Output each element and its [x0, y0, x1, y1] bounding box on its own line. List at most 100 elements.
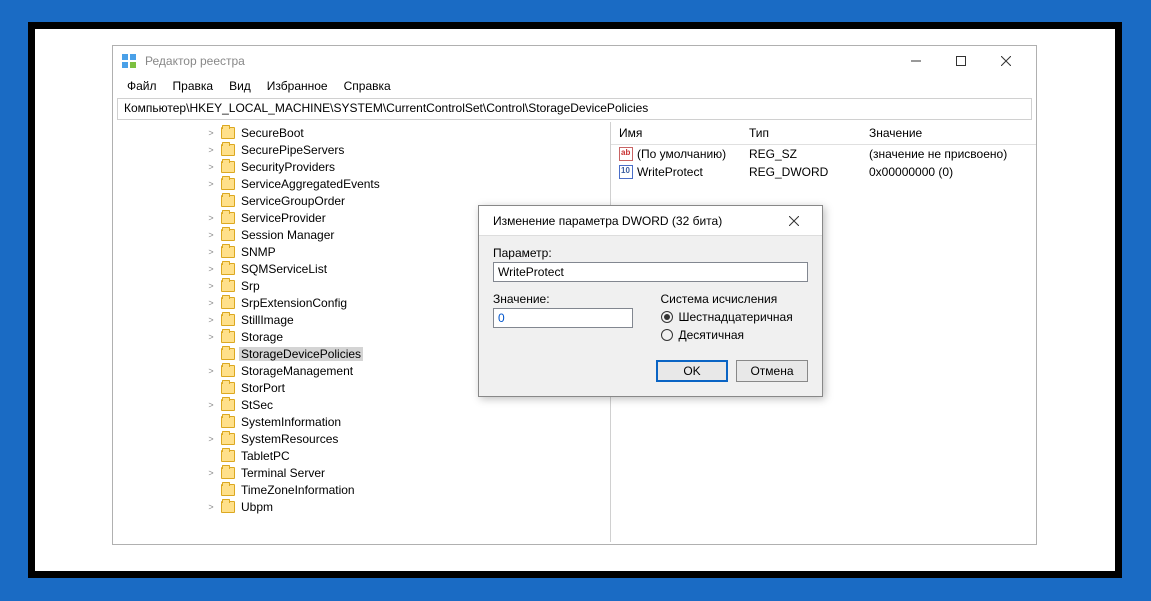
chevron-icon: > [205, 213, 217, 223]
tree-label: SecurityProviders [239, 160, 337, 174]
menu-help[interactable]: Справка [338, 77, 397, 95]
radio-icon [661, 311, 673, 323]
param-input[interactable] [493, 262, 808, 282]
tree-item[interactable]: >SecurePipeServers [113, 141, 610, 158]
tree-label: Session Manager [239, 228, 336, 242]
tree-label: Ubpm [239, 500, 275, 514]
tree-item[interactable]: >SystemResources [113, 430, 610, 447]
chevron-icon: > [205, 502, 217, 512]
tree-label: SrpExtensionConfig [239, 296, 349, 310]
folder-icon [221, 161, 235, 173]
radio-icon [661, 329, 673, 341]
folder-icon [221, 467, 235, 479]
tree-label: StorageManagement [239, 364, 355, 378]
tree-label: Srp [239, 279, 262, 293]
tree-label: SecureBoot [239, 126, 306, 140]
col-type[interactable]: Тип [749, 126, 869, 140]
menu-edit[interactable]: Правка [167, 77, 220, 95]
folder-icon [221, 484, 235, 496]
window-title: Редактор реестра [145, 54, 893, 68]
chevron-icon: > [205, 298, 217, 308]
folder-icon [221, 229, 235, 241]
tree-label: ServiceGroupOrder [239, 194, 347, 208]
tree-label: Storage [239, 330, 285, 344]
menu-file[interactable]: Файл [121, 77, 163, 95]
folder-icon [221, 348, 235, 360]
close-button[interactable] [983, 47, 1028, 75]
list-header: Имя Тип Значение [611, 122, 1036, 145]
menu-view[interactable]: Вид [223, 77, 257, 95]
minimize-button[interactable] [893, 47, 938, 75]
titlebar: Редактор реестра [113, 46, 1036, 76]
tree-label: Terminal Server [239, 466, 327, 480]
tree-label: TimeZoneInformation [239, 483, 357, 497]
address-bar[interactable]: Компьютер\HKEY_LOCAL_MACHINE\SYSTEM\Curr… [117, 98, 1032, 120]
folder-icon [221, 280, 235, 292]
tree-item[interactable]: >StSec [113, 396, 610, 413]
col-name[interactable]: Имя [619, 126, 749, 140]
folder-icon [221, 212, 235, 224]
reg-sz-icon [619, 147, 633, 161]
tree-label: StorPort [239, 381, 287, 395]
regedit-icon [121, 53, 137, 69]
chevron-icon: > [205, 264, 217, 274]
folder-icon [221, 263, 235, 275]
radix-dec-option[interactable]: Десятичная [661, 328, 809, 342]
tree-label: StorageDevicePolicies [239, 347, 363, 361]
tree-item[interactable]: SystemInformation [113, 413, 610, 430]
folder-icon [221, 195, 235, 207]
edit-dword-dialog: Изменение параметра DWORD (32 бита) Пара… [478, 205, 823, 397]
folder-icon [221, 501, 235, 513]
tree-item[interactable]: >Terminal Server [113, 464, 610, 481]
param-label: Параметр: [493, 246, 808, 260]
tree-label: TabletPC [239, 449, 292, 463]
folder-icon [221, 144, 235, 156]
ok-button[interactable]: OK [656, 360, 728, 382]
tree-label: ServiceProvider [239, 211, 328, 225]
folder-icon [221, 365, 235, 377]
tree-label: SecurePipeServers [239, 143, 346, 157]
tree-item[interactable]: TimeZoneInformation [113, 481, 610, 498]
folder-icon [221, 297, 235, 309]
list-row[interactable]: WriteProtectREG_DWORD0x00000000 (0) [611, 163, 1036, 181]
tree-label: SystemInformation [239, 415, 343, 429]
tree-item[interactable]: TabletPC [113, 447, 610, 464]
folder-icon [221, 416, 235, 428]
cancel-button[interactable]: Отмена [736, 360, 808, 382]
chevron-icon: > [205, 434, 217, 444]
tree-item[interactable]: > ServiceAggregatedEvents [113, 175, 610, 192]
tree-item[interactable]: > Ubpm [113, 498, 610, 515]
folder-icon [221, 314, 235, 326]
list-row[interactable]: (По умолчанию)REG_SZ(значение не присвое… [611, 145, 1036, 163]
chevron-icon: > [205, 281, 217, 291]
chevron-icon: > [205, 247, 217, 257]
value-label: Значение: [493, 292, 641, 306]
dialog-close-button[interactable] [774, 207, 814, 235]
tree-item[interactable]: > SecurityProviders [113, 158, 610, 175]
chevron-icon: > [205, 128, 217, 138]
chevron-icon: > [205, 230, 217, 240]
chevron-icon: > [205, 179, 217, 189]
folder-icon [221, 399, 235, 411]
folder-icon [221, 178, 235, 190]
chevron-icon: > [205, 162, 217, 172]
value-input[interactable] [493, 308, 633, 328]
chevron-icon: > [205, 332, 217, 342]
folder-icon [221, 450, 235, 462]
dialog-title: Изменение параметра DWORD (32 бита) [487, 214, 722, 228]
menu-favorites[interactable]: Избранное [261, 77, 334, 95]
folder-icon [221, 246, 235, 258]
col-value[interactable]: Значение [869, 126, 1028, 140]
chevron-icon: > [205, 315, 217, 325]
tree-item[interactable]: > SecureBoot [113, 124, 610, 141]
chevron-icon: > [205, 366, 217, 376]
tree-label: SQMServiceList [239, 262, 329, 276]
reg-dword-icon [619, 165, 633, 179]
maximize-button[interactable] [938, 47, 983, 75]
tree-label: StSec [239, 398, 275, 412]
folder-icon [221, 382, 235, 394]
folder-icon [221, 127, 235, 139]
radix-hex-option[interactable]: Шестнадцатеричная [661, 310, 809, 324]
tree-label: ServiceAggregatedEvents [239, 177, 382, 191]
tree-label: SNMP [239, 245, 278, 259]
